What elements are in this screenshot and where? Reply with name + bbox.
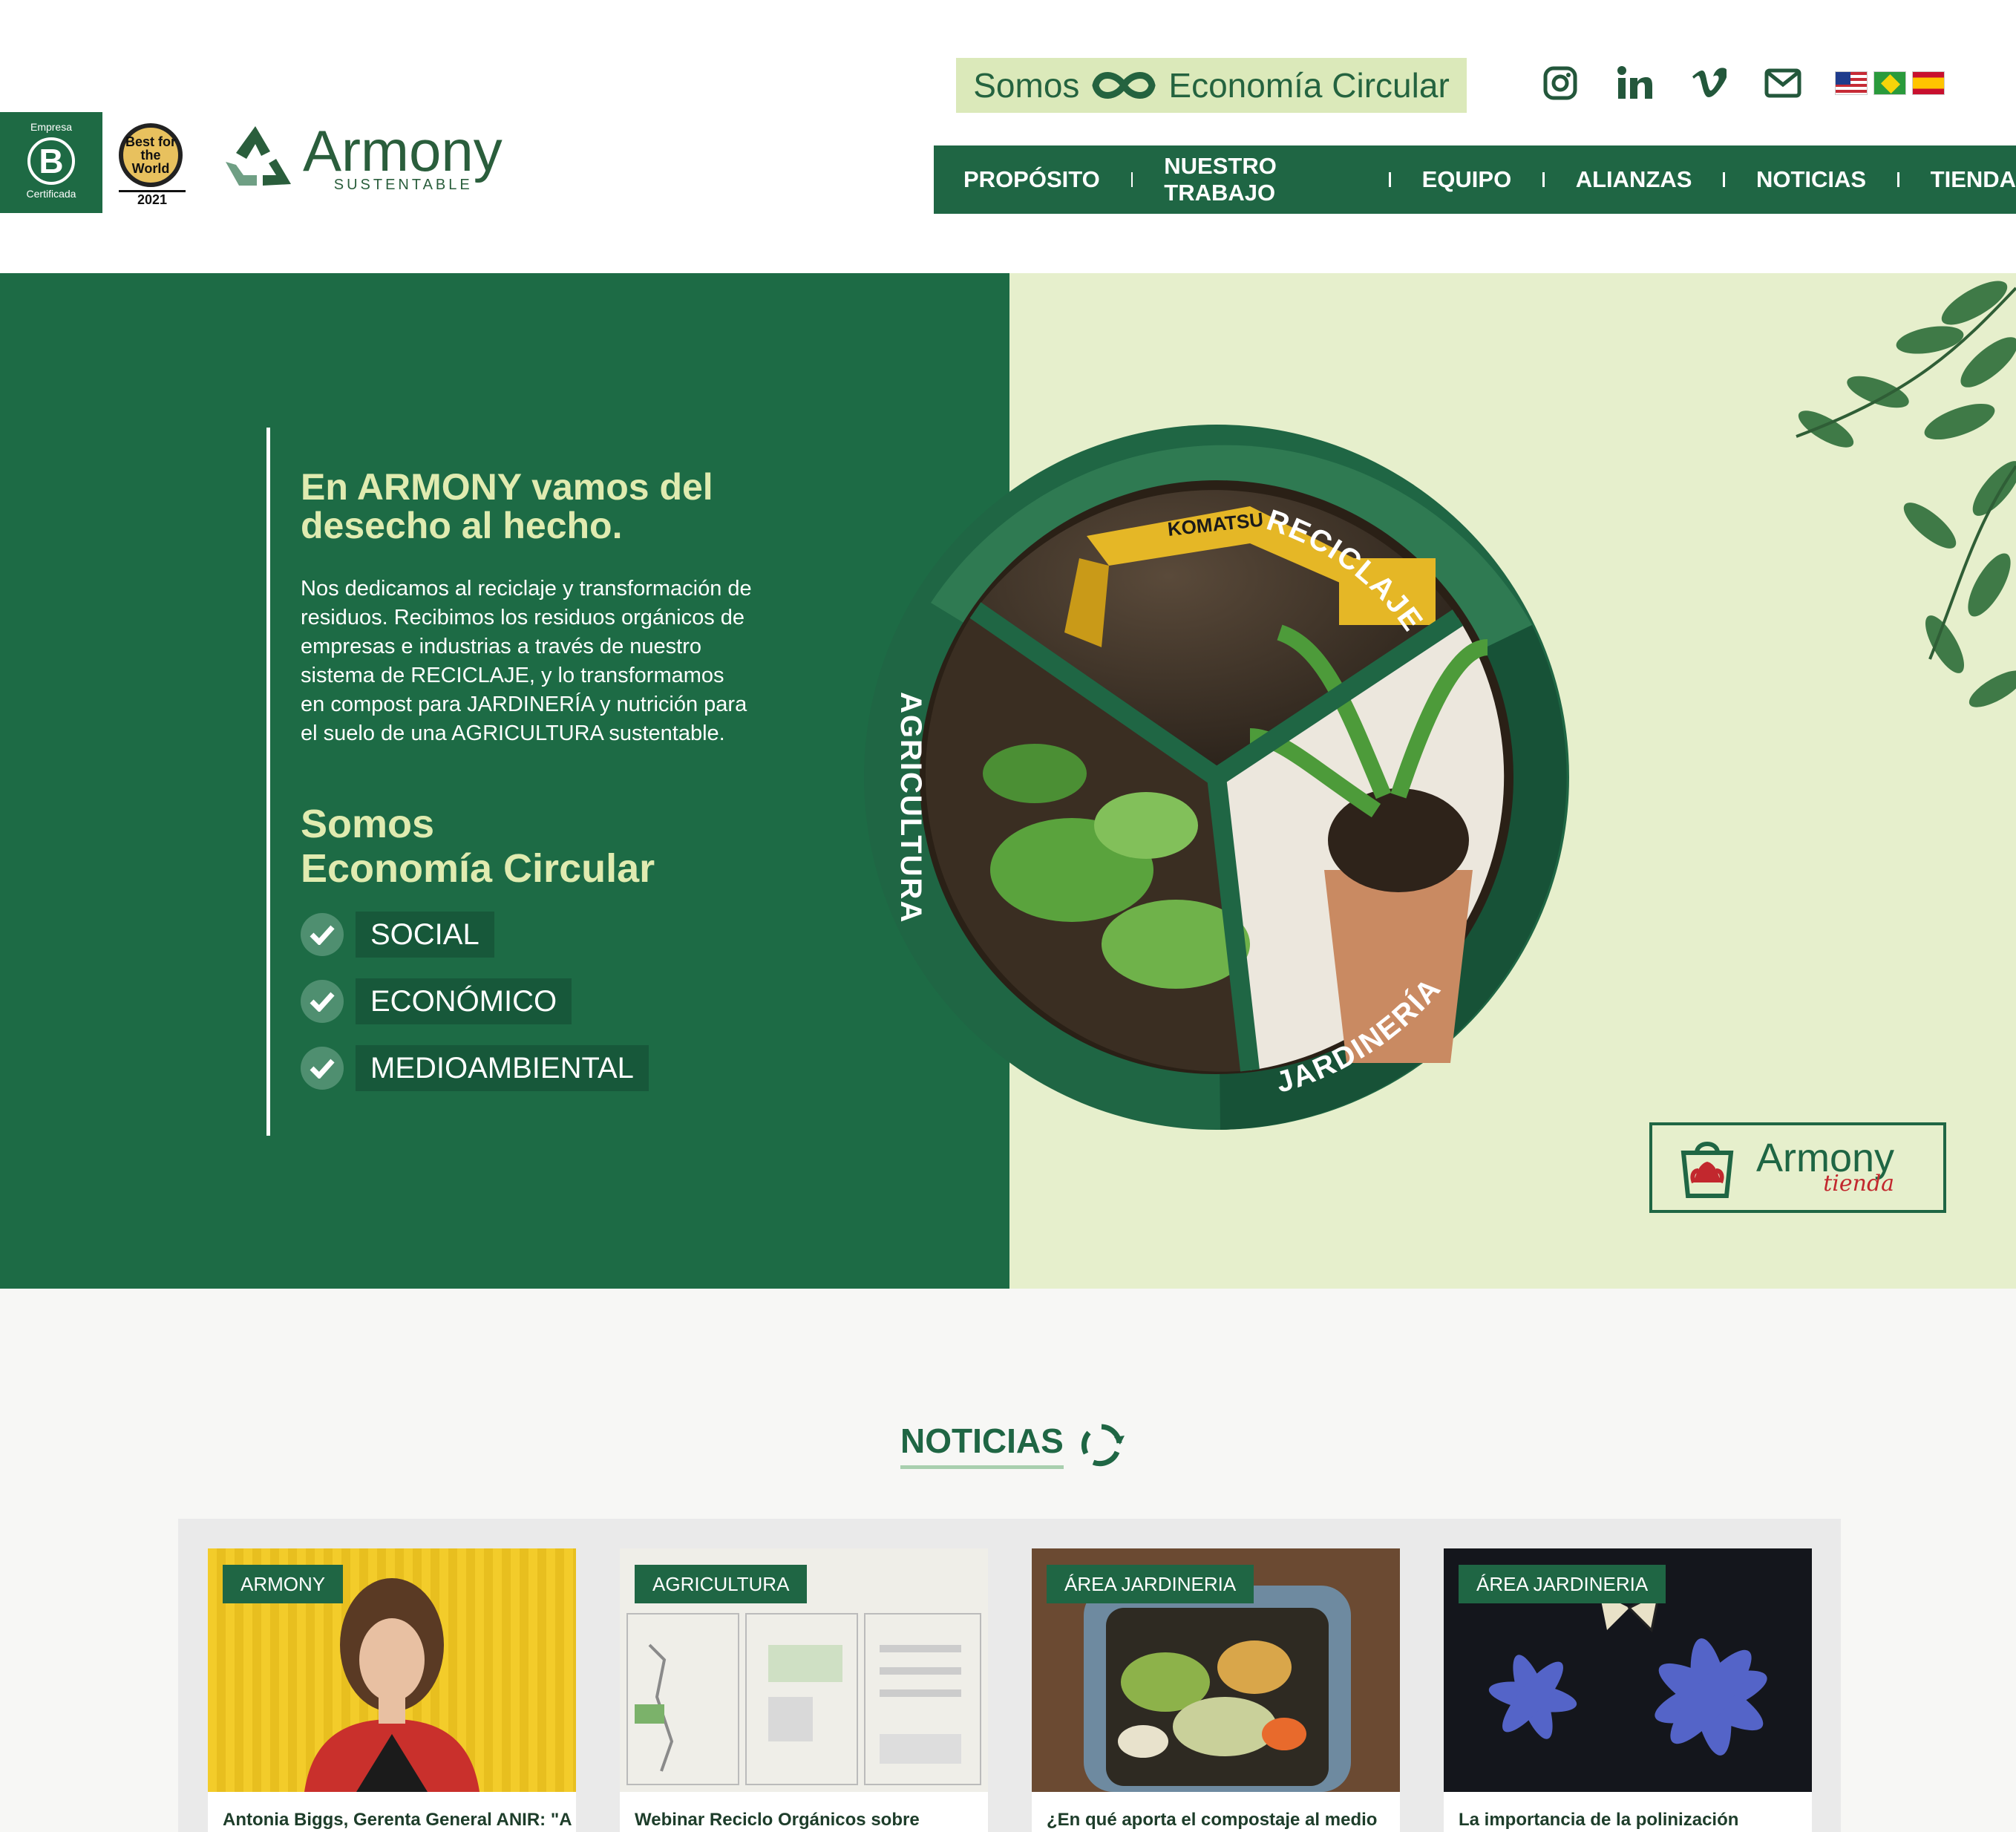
news-card[interactable]: ÁREA JARDINERIA ¿En qué aporta el compos… (1032, 1548, 1400, 1832)
brazil-flag[interactable] (1873, 71, 1906, 95)
news-card-tag: ARMONY (223, 1565, 344, 1603)
pillar-medioambiental: MEDIOAMBIENTAL (301, 1045, 649, 1091)
social-links (1538, 61, 1805, 105)
check-icon (301, 980, 344, 1023)
news-card-tag: ÁREA JARDINERIA (1047, 1565, 1254, 1603)
spain-flag[interactable] (1912, 71, 1945, 95)
site-header: Somos Economía Circular Empresa B Certif… (0, 0, 2016, 273)
pillar-economico: ECONÓMICO (301, 978, 649, 1024)
check-icon (301, 913, 344, 956)
news-card-title: La importancia de la polinización (1459, 1810, 1739, 1830)
news-card-image: ÁREA JARDINERIA (1444, 1548, 1812, 1792)
hero-left-panel (0, 273, 1009, 1289)
bcorp-top-text: Empresa (30, 121, 73, 133)
news-card[interactable]: ARMONY Antonia Biggs, Gerenta General AN… (208, 1548, 576, 1832)
news-card-title: ¿En qué aporta el compostaje al medio (1047, 1810, 1378, 1830)
main-nav: PROPÓSITO NUESTRO TRABAJO EQUIPO ALIANZA… (934, 145, 2016, 214)
news-heading: NOTICIAS (900, 1421, 1125, 1469)
news-card-tag: AGRICULTURA (635, 1565, 808, 1603)
hero-economia-circular: Somos Economía Circular (301, 802, 746, 891)
hero-description: Nos dedicamos al reciclaje y transformac… (301, 577, 752, 745)
hero-title: En ARMONY vamos del desecho al hecho. (301, 466, 713, 546)
news-card-image: ARMONY (208, 1548, 576, 1792)
logo-name: Armony (303, 118, 503, 183)
news-card[interactable]: AGRICULTURA Webinar Reciclo Orgánicos so… (620, 1548, 988, 1832)
wheel-label-agricultura: AGRICULTURA (894, 692, 927, 923)
mail-icon[interactable] (1761, 61, 1805, 105)
news-card-image: AGRICULTURA (620, 1548, 988, 1792)
bftw-year: 2021 (119, 190, 186, 208)
nav-divider (1723, 172, 1725, 187)
nav-tienda[interactable]: TIENDA (1931, 166, 2016, 193)
news-card-title: Webinar Reciclo Orgánicos sobre (635, 1810, 920, 1830)
nav-divider (1897, 172, 1899, 187)
best-for-the-world-badge: Best for the World 2021 (119, 123, 186, 212)
check-icon (301, 1047, 344, 1090)
bcorp-badge: Empresa B Certificada (0, 112, 102, 213)
nav-equipo[interactable]: EQUIPO (1422, 166, 1512, 193)
nav-proposito[interactable]: PROPÓSITO (963, 166, 1100, 193)
hero-vertical-line (266, 428, 270, 1136)
news-card-title: Antonia Biggs, Gerenta General ANIR: "A (223, 1810, 572, 1830)
news-card-tag: ÁREA JARDINERIA (1459, 1565, 1666, 1603)
armony-tienda-button[interactable]: Armony tienda (1649, 1122, 1946, 1213)
vimeo-icon[interactable] (1686, 61, 1731, 105)
instagram-icon[interactable] (1538, 61, 1583, 105)
bftw-seal: Best for the World (119, 123, 183, 187)
news-card[interactable]: ÁREA JARDINERIA La importancia de la pol… (1444, 1548, 1812, 1832)
us-flag[interactable] (1835, 71, 1868, 95)
linkedin-icon[interactable] (1612, 61, 1657, 105)
bcorp-b-logo: B (27, 137, 75, 185)
nav-divider (1389, 172, 1391, 187)
nav-noticias[interactable]: NOTICIAS (1756, 166, 1866, 193)
refresh-icon (1081, 1424, 1125, 1466)
language-flags (1835, 71, 1945, 95)
nav-nuestro-trabajo[interactable]: NUESTRO TRABAJO (1164, 153, 1358, 206)
news-title-text: NOTICIAS (900, 1421, 1064, 1469)
shopping-bag-icon (1680, 1142, 1734, 1198)
news-card-image: ÁREA JARDINERIA (1032, 1548, 1400, 1792)
economia-circular-banner[interactable]: Somos Economía Circular (956, 58, 1467, 113)
infinity-icon (1092, 72, 1156, 99)
banner-left-text: Somos (973, 66, 1080, 105)
nav-divider (1542, 172, 1545, 187)
nav-alianzas[interactable]: ALIANZAS (1576, 166, 1692, 193)
pillar-social: SOCIAL (301, 912, 649, 958)
eco-line-1: Somos (301, 802, 435, 846)
pillar-label: ECONÓMICO (356, 978, 572, 1024)
bcorp-bottom-text: Certificada (26, 188, 76, 200)
circular-economy-wheel: KOMATSU RECICLAJE JARDINERÍA AGRICULTURA (864, 425, 1569, 1130)
decorative-leaves (1796, 281, 2016, 707)
recycle-leaf-icon (226, 125, 291, 186)
nav-divider (1130, 172, 1133, 187)
armony-logo[interactable]: Armony SUSTENTABLE (217, 122, 503, 194)
pillars-list: SOCIAL ECONÓMICO MEDIOAMBIENTAL (301, 912, 649, 1112)
eco-line-2: Economía Circular (301, 846, 655, 891)
banner-right-text: Economía Circular (1168, 66, 1450, 105)
pillar-label: SOCIAL (356, 912, 494, 958)
pillar-label: MEDIOAMBIENTAL (356, 1045, 649, 1091)
